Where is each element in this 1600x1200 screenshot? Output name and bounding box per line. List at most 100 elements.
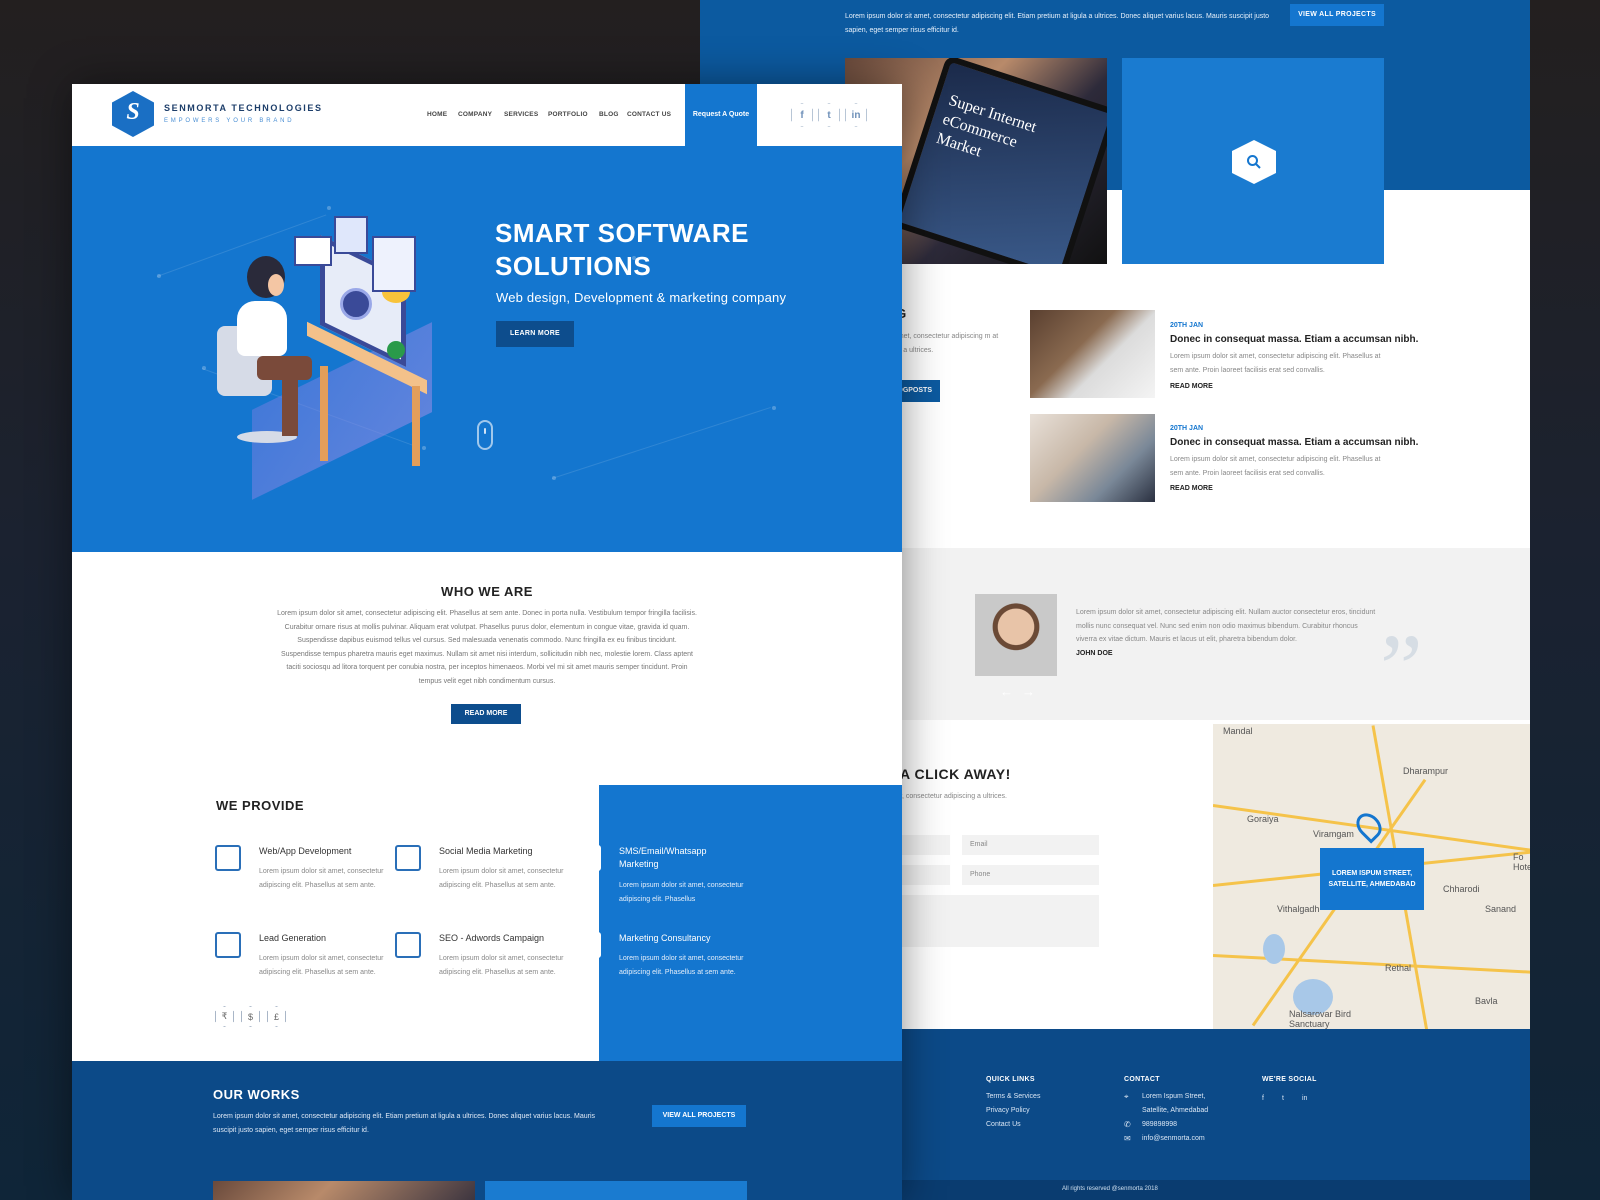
works-description: Lorem ipsum dolor sit amet, consectetur … bbox=[845, 13, 1270, 34]
who-we-are-heading: WHO WE ARE bbox=[441, 584, 533, 599]
map-label: Rethal bbox=[1385, 963, 1412, 973]
footer-link[interactable]: Contact Us bbox=[986, 1118, 1021, 1132]
image-icon bbox=[215, 932, 241, 958]
map-label: Mandal bbox=[1223, 726, 1253, 736]
map-label: Dharampur bbox=[1403, 766, 1449, 776]
blog-post-image[interactable] bbox=[1030, 414, 1155, 502]
map-address-line1: LOREM ISPUM STREET, bbox=[1331, 870, 1413, 877]
nav-blog[interactable]: BLOG bbox=[599, 111, 619, 118]
footer-link[interactable]: Privacy Policy bbox=[986, 1104, 1030, 1118]
facebook-glyph: f bbox=[800, 109, 804, 121]
map-label: Fo Hote bbox=[1513, 852, 1530, 872]
social-heading: WE'RE SOCIAL bbox=[1262, 1076, 1317, 1083]
hero-subtitle: Web design, Development & marketing comp… bbox=[496, 290, 787, 305]
blog-post-image[interactable] bbox=[1030, 310, 1155, 398]
learn-more-button[interactable]: LEARN MORE bbox=[496, 321, 574, 347]
blog-post-excerpt: Lorem ipsum dolor sit amet, consectetur … bbox=[1170, 456, 1381, 477]
facebook-icon[interactable]: f bbox=[1262, 1092, 1264, 1106]
seo-icon bbox=[395, 932, 421, 958]
map-label: Bavla bbox=[1475, 996, 1498, 1006]
laptop-icon bbox=[575, 932, 601, 958]
social-media-icon bbox=[395, 845, 421, 871]
map-label: Viramgam bbox=[1313, 829, 1354, 839]
developer-illustration bbox=[212, 216, 452, 500]
blog-read-more-link[interactable]: READ MORE bbox=[1170, 485, 1213, 492]
footer-email[interactable]: info@senmorta.com bbox=[1142, 1132, 1205, 1146]
location-map[interactable]: Mandal Dharampur Goraiya Viramgam Vithal… bbox=[1213, 724, 1530, 1029]
view-all-projects-button[interactable]: VIEW ALL PROJECTS bbox=[1290, 4, 1384, 26]
map-label: Nalsarovar Bird Sanctuary bbox=[1289, 1009, 1352, 1029]
service-text: Lorem ipsum dolor sit amet, consectetur … bbox=[259, 955, 384, 976]
arrow-right-icon[interactable]: → bbox=[1022, 684, 1035, 699]
nav-home[interactable]: HOME bbox=[427, 111, 447, 118]
email-field[interactable]: Email bbox=[962, 835, 1099, 855]
contact-heading: A CLICK AWAY! bbox=[900, 766, 1011, 782]
blog-intro: sit amet, consectetur adipiscing m at li… bbox=[885, 333, 999, 354]
phone-icon: ✆ bbox=[1124, 1120, 1131, 1129]
map-label: Chharodi bbox=[1443, 884, 1480, 894]
testimonial-avatar bbox=[975, 594, 1057, 676]
quote-icon: ” bbox=[1380, 614, 1423, 721]
nav-portfolio[interactable]: PORTFOLIO bbox=[548, 111, 588, 118]
copyright-text: All rights reserved @senmorta 2018 bbox=[1062, 1186, 1158, 1192]
blog-post-excerpt: Lorem ipsum dolor sit amet, consectetur … bbox=[1170, 353, 1381, 374]
blog-post-title[interactable]: Donec in consequat massa. Etiam a accums… bbox=[1170, 334, 1418, 345]
hero-title: SMART SOFTWARE SOLUTIONS bbox=[495, 217, 795, 283]
logo-name[interactable]: SENMORTA TECHNOLOGIES bbox=[164, 103, 323, 113]
testimonial-text: Lorem ipsum dolor sit amet, consectetur … bbox=[1076, 609, 1376, 643]
request-quote-button[interactable]: Request A Quote bbox=[685, 84, 757, 146]
footer-address: Lorem Ispum Street, Satellite, Ahmedabad bbox=[1142, 1093, 1209, 1114]
contact-text: r, consectetur adipiscing a ultrices. bbox=[900, 793, 1007, 800]
code-window-icon bbox=[215, 845, 241, 871]
blog-post-title[interactable]: Donec in consequat massa. Etiam a accums… bbox=[1170, 437, 1418, 448]
service-title: Marketing Consultancy bbox=[619, 933, 711, 943]
blog-read-more-link[interactable]: READ MORE bbox=[1170, 383, 1213, 390]
service-text: Lorem ipsum dolor sit amet, consectetur … bbox=[619, 882, 744, 903]
service-text: Lorem ipsum dolor sit amet, consectetur … bbox=[619, 955, 744, 976]
services-accent-panel bbox=[599, 785, 902, 1061]
read-more-button[interactable]: READ MORE bbox=[451, 704, 521, 724]
project-thumbnail[interactable] bbox=[213, 1181, 475, 1200]
project-card-hover[interactable] bbox=[1122, 58, 1384, 264]
our-works-heading: OUR WORKS bbox=[213, 1087, 300, 1102]
service-title: Web/App Development bbox=[259, 846, 352, 856]
hero-title-line2: SOLUTIONS bbox=[495, 251, 652, 281]
blog-post-date: 20TH JAN bbox=[1170, 425, 1204, 432]
hero-title-line1: SMART SOFTWARE bbox=[495, 218, 749, 248]
message-field[interactable] bbox=[900, 895, 1099, 947]
envelope-icon bbox=[575, 845, 601, 871]
twitter-glyph: t bbox=[827, 109, 831, 121]
pound-icon: £ bbox=[267, 1006, 286, 1027]
map-label: Sanand bbox=[1485, 904, 1517, 914]
view-all-projects-button[interactable]: VIEW ALL PROJECTS bbox=[652, 1105, 746, 1127]
map-label: Vithalgadh bbox=[1277, 904, 1320, 914]
footer-link[interactable]: Terms & Services bbox=[986, 1090, 1040, 1104]
phone-field[interactable]: Phone bbox=[962, 865, 1099, 885]
nav-services[interactable]: SERVICES bbox=[504, 111, 538, 118]
footer-phone: 989898998 bbox=[1142, 1121, 1178, 1128]
map-label: Goraiya bbox=[1247, 814, 1279, 824]
nav-contact-us[interactable]: CONTACT US bbox=[627, 111, 671, 118]
linkedin-icon[interactable]: in bbox=[1302, 1092, 1307, 1106]
service-title: SMS/Email/Whatsapp Marketing bbox=[619, 846, 707, 869]
testimonial-name: JOHN DOE bbox=[1076, 650, 1113, 657]
subject-field[interactable] bbox=[900, 865, 950, 885]
quick-links-heading: QUICK LINKS bbox=[986, 1076, 1035, 1083]
arrow-left-icon[interactable]: ← bbox=[1000, 684, 1013, 699]
project-thumbnail[interactable] bbox=[485, 1181, 747, 1200]
name-field[interactable] bbox=[900, 835, 950, 855]
logo-mark: S bbox=[126, 99, 140, 125]
rupee-icon: ₹ bbox=[215, 1006, 234, 1027]
who-we-are-text: Lorem ipsum dolor sit amet, consectetur … bbox=[277, 610, 697, 685]
nav-company[interactable]: COMPANY bbox=[458, 111, 492, 118]
map-address-line2: SATELLITE, AHMEDABAD bbox=[1328, 881, 1416, 888]
service-text: Lorem ipsum dolor sit amet, consectetur … bbox=[439, 955, 564, 976]
our-works-text: Lorem ipsum dolor sit amet, consectetur … bbox=[213, 1113, 596, 1134]
blog-post-date: 20TH JAN bbox=[1170, 322, 1204, 329]
service-title: Social Media Marketing bbox=[439, 846, 533, 856]
dollar-icon: $ bbox=[241, 1006, 260, 1027]
contact-footer-heading: CONTACT bbox=[1124, 1076, 1160, 1083]
location-icon: ⌖ bbox=[1124, 1092, 1129, 1101]
scroll-down-icon[interactable] bbox=[477, 420, 493, 450]
twitter-icon[interactable]: t bbox=[1282, 1092, 1284, 1106]
